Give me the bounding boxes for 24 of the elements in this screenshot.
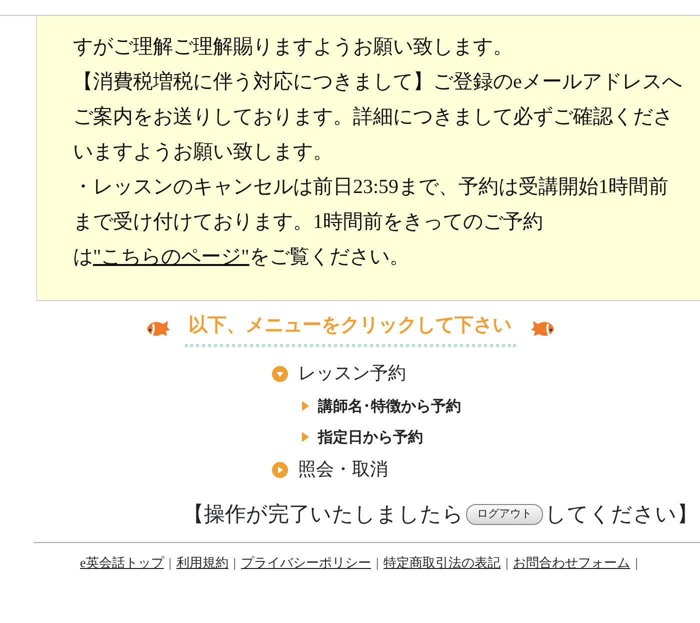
footer-link[interactable]: 特定商取引法の表記 [384,553,501,572]
separator: | [376,554,379,572]
notice-text: 【消費税増税に伴う対応につきまして】ご登録のeメールアドレスへご案内をお送りしております。詳細につきまして必ずご確認くださいますようお願い致します。 [73,70,683,165]
logout-text: してください】 [545,500,698,528]
separator: | [506,554,508,572]
separator: | [233,554,236,572]
menu-title: 以下、メニューをクリックして下さい [184,311,516,346]
submenu-item[interactable]: 講師名･特徴から予約 [302,390,700,422]
footer-link[interactable]: 利用規約 [176,553,228,572]
menu-item[interactable]: 照会・取消 [272,452,700,486]
separator: | [635,554,638,572]
footer-link[interactable]: プライバシーポリシー [241,553,371,572]
triangle-icon [302,432,309,442]
menu-item[interactable]: レッスン予約 [272,356,700,390]
footer-link[interactable]: お問合わせフォーム [513,553,630,572]
notice-text: すがご理解ご理解賜りますようお願い致します。 [73,35,514,60]
separator: | [168,554,172,572]
submenu-item[interactable]: 指定日から予約 [302,422,700,452]
page-link[interactable]: "こちらのページ" [93,246,250,268]
footer-link[interactable]: e英会話トップ [80,553,164,572]
notice-text: ・レッスンのキャンセルは前日23:59まで、予約は受講開始1時間前まで受け付けております。1時間前をきってのご予約は"こちらのページ"をご覧ください。 [73,175,670,270]
logout-text: 【操作が完了いたしましたら [183,500,464,528]
triangle-icon [302,401,309,411]
logout-button[interactable]: ログアウト [466,504,543,524]
